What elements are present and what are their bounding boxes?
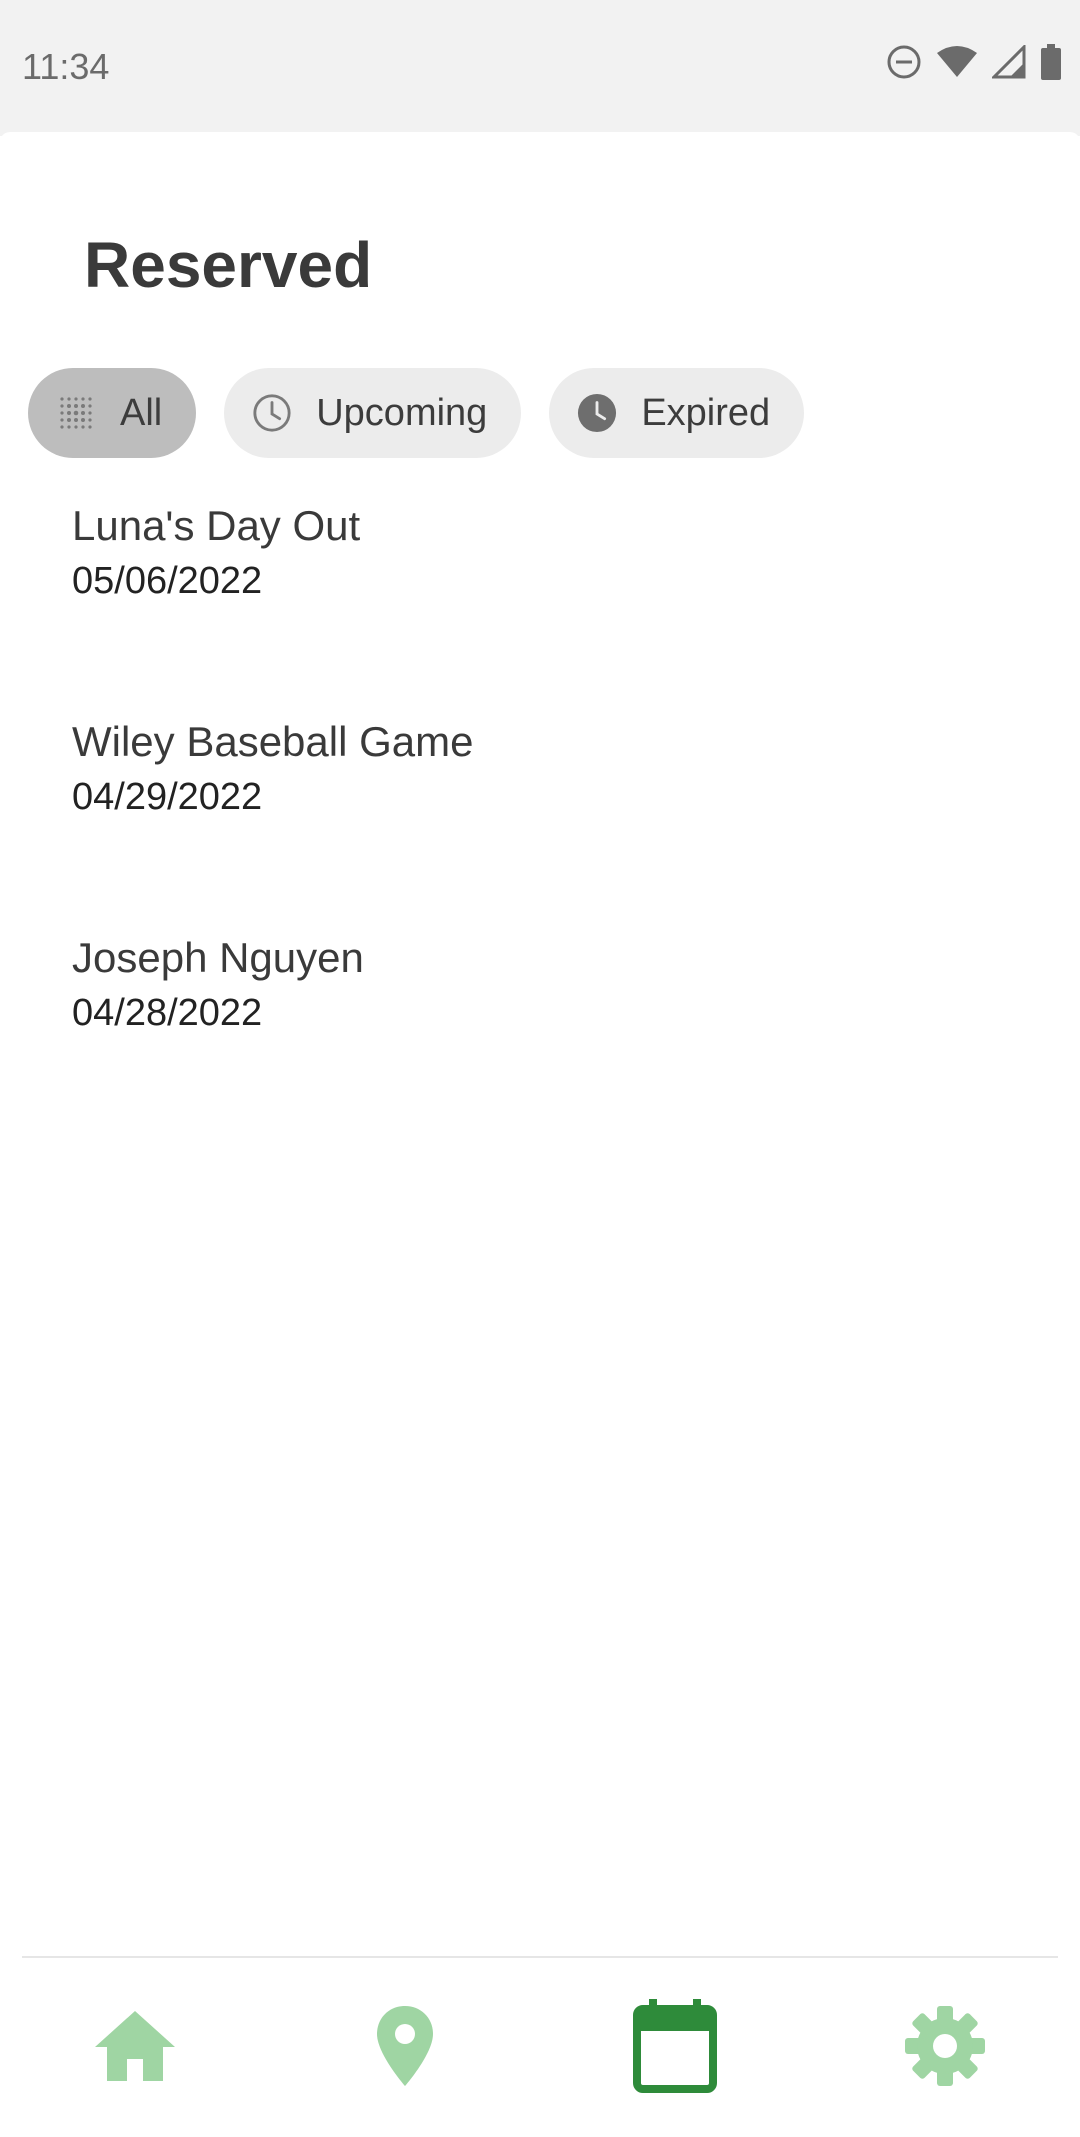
filter-chip-label: Expired (641, 391, 771, 434)
filter-chip-label: Upcoming (316, 391, 488, 434)
status-time: 11:34 (22, 46, 110, 87)
home-icon (93, 2009, 177, 2088)
reservation-date: 05/06/2022 (72, 560, 263, 602)
filter-chip-label: All (120, 391, 163, 434)
filter-chip-expired[interactable]: Expired (549, 368, 805, 458)
nav-calendar-button[interactable] (625, 1998, 725, 2098)
location-pin-icon (375, 2004, 435, 2093)
filter-chip-all[interactable]: All (28, 368, 197, 458)
list-item[interactable]: Luna's Day Out 05/06/2022 (72, 498, 1012, 714)
bottom-nav (0, 1958, 1080, 2137)
reservation-date: 04/29/2022 (72, 776, 263, 818)
list-item[interactable]: Wiley Baseball Game 04/29/2022 (72, 714, 1012, 930)
page-title: Reserved (84, 229, 373, 301)
reserved-page: Reserved All Upcoming Expired Luna's Day… (0, 132, 1080, 1957)
status-icons (886, 44, 1062, 80)
status-bar: 11:34 (0, 0, 1080, 136)
nav-home-button[interactable] (85, 1998, 185, 2098)
battery-icon (1040, 44, 1062, 80)
clock-outline-icon (252, 393, 292, 433)
nav-map-button[interactable] (355, 1998, 455, 2098)
calendar-icon (633, 1998, 717, 2098)
clock-filled-icon (577, 393, 617, 433)
nav-settings-button[interactable] (895, 1998, 995, 2098)
reservation-title: Luna's Day Out (72, 502, 361, 549)
filter-chip-upcoming[interactable]: Upcoming (224, 368, 522, 458)
wifi-icon (936, 45, 978, 79)
reservation-list: Luna's Day Out 05/06/2022 Wiley Baseball… (72, 498, 1012, 1146)
reservation-date: 04/28/2022 (72, 992, 263, 1034)
settings-gear-icon (903, 2004, 987, 2093)
reservation-title: Joseph Nguyen (72, 934, 364, 981)
grid-dots-icon (56, 393, 96, 433)
signal-icon (992, 45, 1026, 79)
list-item[interactable]: Joseph Nguyen 04/28/2022 (72, 930, 1012, 1146)
reservation-title: Wiley Baseball Game (72, 718, 474, 765)
filter-chips: All Upcoming Expired (28, 368, 805, 458)
do-not-disturb-icon (886, 44, 922, 80)
